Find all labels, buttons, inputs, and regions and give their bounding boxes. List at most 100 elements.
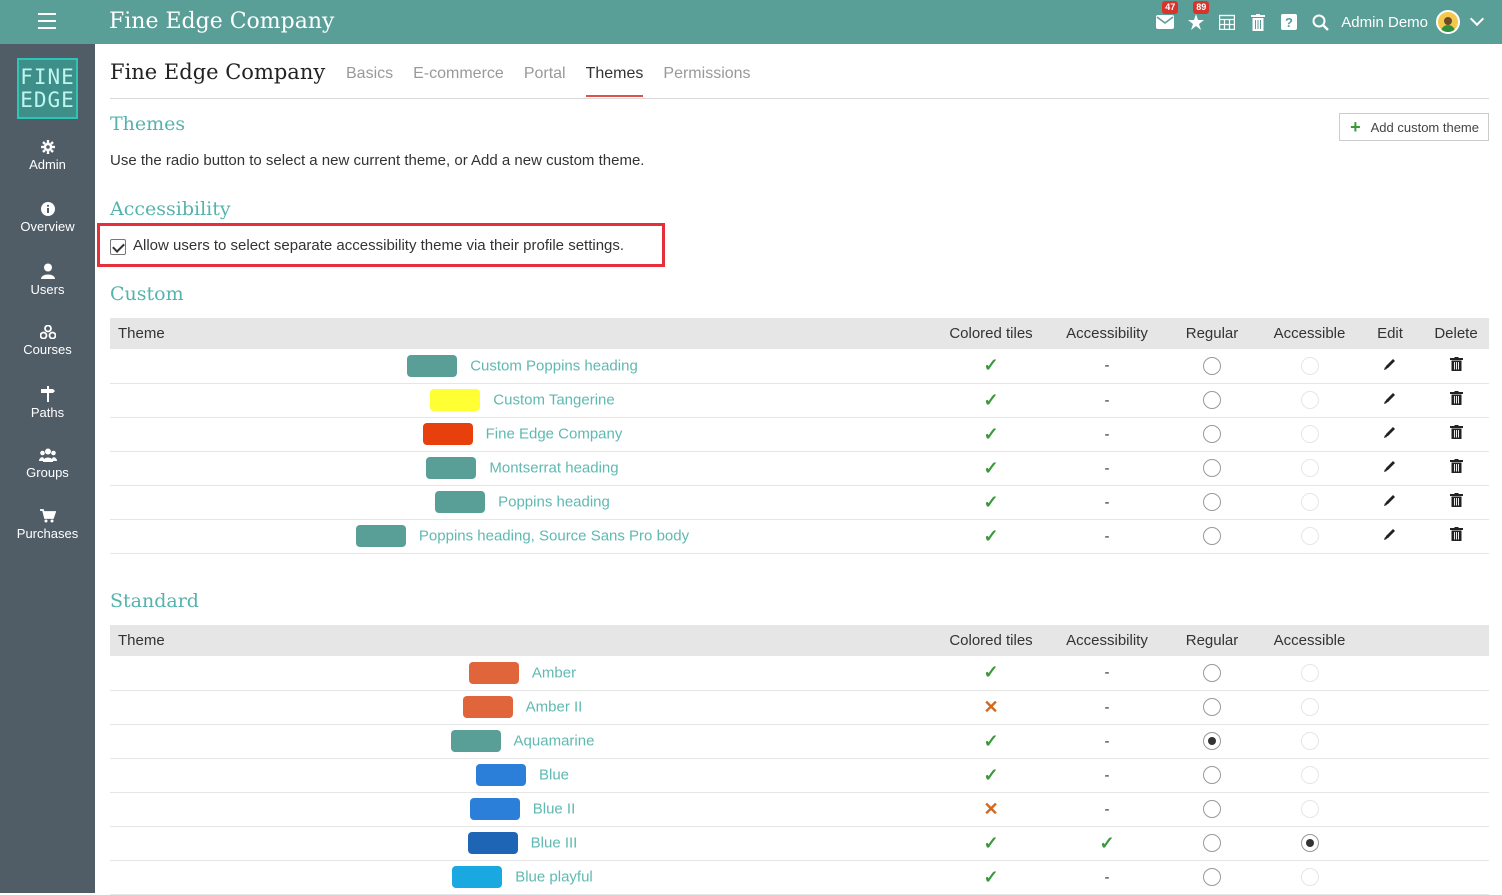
tab-themes[interactable]: Themes <box>585 65 644 97</box>
accessibility-value: - <box>1104 527 1110 545</box>
trash-icon[interactable] <box>1449 356 1463 375</box>
accessible-radio[interactable] <box>1300 834 1319 853</box>
theme-name-link[interactable]: Poppins heading <box>498 494 610 511</box>
pencil-icon[interactable] <box>1383 426 1397 443</box>
accessible-radio[interactable] <box>1300 800 1319 819</box>
trash-icon[interactable] <box>1247 11 1269 33</box>
accessible-radio[interactable] <box>1300 698 1319 717</box>
sidebar-item-courses[interactable]: Courses <box>0 324 95 383</box>
accessible-radio[interactable] <box>1300 391 1319 410</box>
sidebar-item-purchases[interactable]: Purchases <box>0 509 95 567</box>
tab-portal[interactable]: Portal <box>524 65 566 97</box>
regular-radio[interactable] <box>1203 527 1221 546</box>
regular-radio[interactable] <box>1203 356 1221 375</box>
add-custom-theme-button[interactable]: + Add custom theme <box>1339 113 1489 141</box>
theme-name-link[interactable]: Blue playful <box>515 869 593 886</box>
user-name[interactable]: Admin Demo <box>1341 14 1428 31</box>
hamburger-menu-icon[interactable] <box>38 13 56 29</box>
color-swatch <box>462 696 513 718</box>
sidebar-item-label: Overview <box>20 218 75 234</box>
theme-name-link[interactable]: Amber II <box>526 699 583 716</box>
accessible-radio[interactable] <box>1300 493 1319 512</box>
theme-name-link[interactable]: Poppins heading, Source Sans Pro body <box>419 528 689 545</box>
page-header: Fine Edge Company Basics E-commerce Port… <box>110 44 1489 99</box>
chevron-down-icon[interactable] <box>1469 11 1485 27</box>
regular-cell <box>1162 792 1262 827</box>
theme-cell: Amber <box>110 656 930 691</box>
theme-name-link[interactable]: Blue II <box>533 801 576 818</box>
edit-cell <box>1357 451 1423 486</box>
accessible-radio[interactable] <box>1300 732 1319 751</box>
calendar-icon[interactable] <box>1216 11 1238 33</box>
pencil-icon[interactable] <box>1383 494 1397 511</box>
theme-name-link[interactable]: Montserrat heading <box>489 460 618 477</box>
accessible-radio[interactable] <box>1300 766 1319 785</box>
accessibility-highlight: Allow users to select separate accessibi… <box>97 223 665 267</box>
regular-radio[interactable] <box>1203 391 1221 410</box>
regular-radio[interactable] <box>1203 834 1221 853</box>
theme-name-link[interactable]: Custom Poppins heading <box>470 357 638 374</box>
theme-name-link[interactable]: Aquamarine <box>514 733 595 750</box>
trash-icon[interactable] <box>1449 391 1463 409</box>
sidebar-item-groups[interactable]: Groups <box>0 448 95 506</box>
alerts-icon[interactable]: 89 <box>1185 1 1210 33</box>
table-row: Blue playful ✓ - <box>110 860 1489 895</box>
pencil-icon[interactable] <box>1383 358 1397 375</box>
regular-radio[interactable] <box>1203 493 1221 512</box>
column-header: Regular <box>1162 318 1262 349</box>
theme-name-link[interactable]: Blue III <box>531 835 578 852</box>
accessible-radio[interactable] <box>1300 356 1319 375</box>
colored-tiles-cell: ✓ <box>930 519 1052 554</box>
theme-cell: Poppins heading, Source Sans Pro body <box>110 519 930 554</box>
sidebar-item-admin[interactable]: Admin <box>0 140 95 198</box>
regular-radio[interactable] <box>1203 663 1221 682</box>
themes-section-title: Themes <box>110 113 186 135</box>
accessible-radio[interactable] <box>1300 425 1319 444</box>
regular-cell <box>1162 417 1262 452</box>
avatar[interactable] <box>1436 10 1460 34</box>
theme-name-link[interactable]: Blue <box>539 767 569 784</box>
regular-radio[interactable] <box>1203 868 1221 887</box>
pencil-icon[interactable] <box>1383 460 1397 477</box>
tab-permissions[interactable]: Permissions <box>663 65 750 97</box>
trash-icon[interactable] <box>1449 425 1463 443</box>
edit-cell <box>1357 383 1423 418</box>
search-icon[interactable] <box>1309 11 1331 33</box>
accessible-radio[interactable] <box>1300 868 1319 887</box>
theme-name-link[interactable]: Custom Tangerine <box>493 392 614 409</box>
tab-ecommerce[interactable]: E-commerce <box>413 65 504 97</box>
trash-icon[interactable] <box>1449 527 1463 545</box>
delete-cell <box>1423 417 1489 452</box>
accessible-radio[interactable] <box>1300 663 1319 682</box>
theme-name-link[interactable]: Fine Edge Company <box>486 426 623 443</box>
accessibility-checkbox[interactable] <box>110 239 126 255</box>
svg-text:?: ? <box>1285 15 1293 30</box>
theme-name-link[interactable]: Amber <box>532 664 576 681</box>
sidebar-nav: Admin Overview Users Courses Paths Group… <box>0 136 95 567</box>
regular-radio[interactable] <box>1203 425 1221 444</box>
pencil-icon[interactable] <box>1383 528 1397 545</box>
regular-radio[interactable] <box>1203 800 1221 819</box>
accessibility-cell: - <box>1052 656 1162 691</box>
regular-radio[interactable] <box>1203 766 1221 785</box>
accessible-radio[interactable] <box>1300 527 1319 546</box>
pencil-icon[interactable] <box>1383 392 1397 409</box>
sidebar-item-users[interactable]: Users <box>0 263 95 321</box>
accessibility-value: - <box>1104 357 1110 375</box>
accessible-radio[interactable] <box>1300 459 1319 478</box>
trash-icon[interactable] <box>1449 493 1463 511</box>
mail-icon[interactable]: 47 <box>1154 1 1179 33</box>
theme-cell: Blue III <box>110 826 930 861</box>
accessible-cell <box>1262 656 1357 691</box>
accessibility-cell: - <box>1052 792 1162 827</box>
trash-icon[interactable] <box>1449 459 1463 477</box>
regular-radio[interactable] <box>1203 459 1221 478</box>
sidebar-item-overview[interactable]: Overview <box>0 201 95 260</box>
empty-cell <box>1357 690 1489 725</box>
help-icon[interactable]: ? <box>1278 11 1300 33</box>
regular-radio[interactable] <box>1203 698 1221 717</box>
column-header: Accessibility <box>1052 625 1162 656</box>
regular-radio[interactable] <box>1203 732 1221 751</box>
sidebar-item-paths[interactable]: Paths <box>0 386 95 444</box>
tab-basics[interactable]: Basics <box>346 65 393 97</box>
